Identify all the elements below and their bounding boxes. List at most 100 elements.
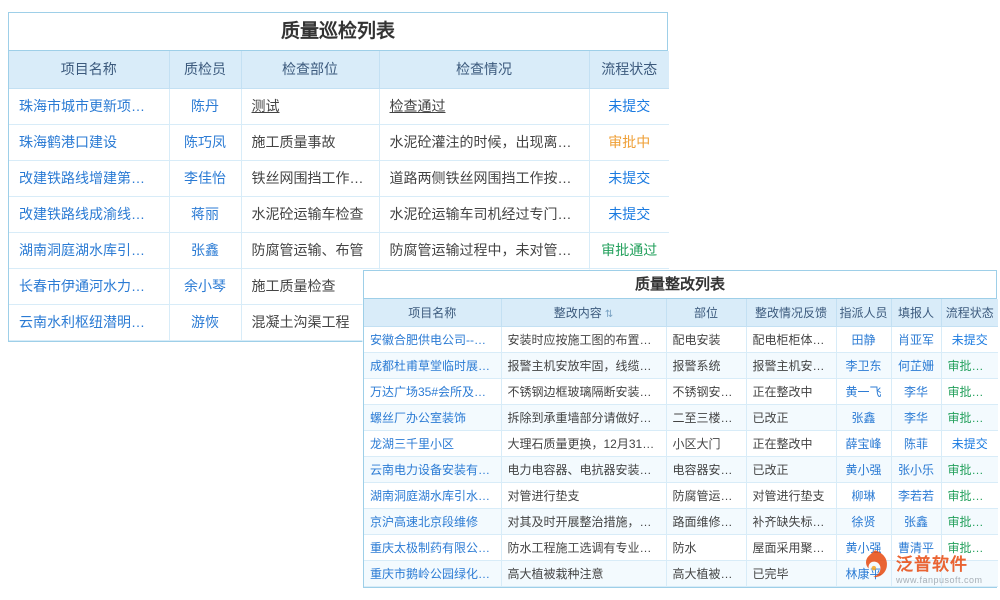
link-cell[interactable]: 黄小强 [836,456,891,482]
text-cell: 补齐缺失标志... [746,508,836,534]
link-cell[interactable]: 何芷姗 [891,352,941,378]
text-cell: 大理石质量更换，12月31日之... [501,430,666,456]
sort-icon[interactable]: ⇅ [605,309,613,320]
link-cell[interactable]: 长春市伊通河水力发电... [9,268,169,304]
link-cell[interactable]: 黄一飞 [836,378,891,404]
table-row: 改建铁路线成渝线增建第...蒋丽水泥砼运输车检查水泥砼运输车司机经过专门培训..… [9,196,669,232]
text-cell: 报警主机安放牢固，线缆连接... [501,352,666,378]
link-cell[interactable]: 蒋丽 [169,196,241,232]
link-cell[interactable]: 李华 [891,378,941,404]
status-cell: 未提交 [589,88,669,124]
status-cell: 审批通过 [941,456,998,482]
link-cell[interactable]: 柳琳 [836,482,891,508]
status-cell: 审批通过 [941,378,998,404]
text-cell: 报警主机安放... [746,352,836,378]
column-header-4: 流程状态 [589,51,669,88]
text-cell: 防腐管运输、布管 [241,232,379,268]
link-cell[interactable]: 万达广场35#会所及咖啡厅空... [364,378,501,404]
link-cell[interactable]: 肖亚军 [891,326,941,352]
column-header-2: 检查部位 [241,51,379,88]
text-cell: 施工质量检查 [241,268,379,304]
fanpu-url: www.fanpusoft.com [896,575,983,585]
text-cell: 对管进行垫支 [501,482,666,508]
status-cell: 审批通过 [941,352,998,378]
status-cell: 未提交 [941,326,998,352]
link-cell[interactable]: 安徽合肥供电公司--配电设备... [364,326,501,352]
status-cell: 审批通过 [941,404,998,430]
table-row: 湖南洞庭湖水库引水工...张鑫防腐管运输、布管防腐管运输过程中，未对管进行...… [9,232,669,268]
text-cell: 报警系统 [666,352,746,378]
link-cell[interactable]: 改建铁路线成渝线增建第... [9,196,169,232]
link-cell[interactable]: 珠海市城市更新项目紫... [9,88,169,124]
text-cell: 道路两侧铁丝网围挡工作按设计... [379,160,589,196]
link-cell[interactable]: 李若若 [891,482,941,508]
link-cell[interactable]: 陈菲 [891,430,941,456]
text-cell: 二至三楼混... [666,404,746,430]
link-cell[interactable]: 成都杜甫草堂临时展厅独立展... [364,352,501,378]
link-cell[interactable]: 螺丝厂办公室装饰 [364,404,501,430]
link-cell[interactable]: 张小乐 [891,456,941,482]
table-row: 龙湖三千里小区大理石质量更换，12月31日之...小区大门正在整改中薛宝峰陈菲未… [364,430,998,456]
text-cell: 防腐管运输过程中，未对管进行... [379,232,589,268]
text-cell: 铁丝网围挡工作检查 [241,160,379,196]
text-cell: 不锈钢安装... [666,378,746,404]
link-cell[interactable]: 云南电力设备安装有限公司20... [364,456,501,482]
inspection-table-title: 质量巡检列表 [9,13,667,51]
link-cell[interactable]: 湖南洞庭湖水库引水工... [9,232,169,268]
text-cell: 防水 [666,534,746,560]
text-cell: 防水工程施工选调有专业资质... [501,534,666,560]
text-cell: 高大植被栽种注意 [501,560,666,586]
link-cell[interactable]: 云南水利枢纽潜明水库... [9,304,169,340]
text-cell: 屋面采用聚氨... [746,534,836,560]
text-cell: 小区大门 [666,430,746,456]
link-cell[interactable]: 李华 [891,404,941,430]
link-cell[interactable]: 薛宝峰 [836,430,891,456]
text-cell: 测试 [241,88,379,124]
table-row: 螺丝厂办公室装饰拆除到承重墙部分请做好加固...二至三楼混...已改正张鑫李华审… [364,404,998,430]
link-cell[interactable]: 张鑫 [891,508,941,534]
link-cell[interactable]: 重庆市鹅岭公园绿化景观提升... [364,560,501,586]
link-cell[interactable]: 陈巧凤 [169,124,241,160]
column-header-5: 填报人 [891,299,941,326]
text-cell: 高大植被栽种 [666,560,746,586]
link-cell[interactable]: 珠海鹤港口建设 [9,124,169,160]
link-cell[interactable]: 张鑫 [836,404,891,430]
link-cell[interactable]: 游恢 [169,304,241,340]
link-cell[interactable]: 张鑫 [169,232,241,268]
text-cell: 水泥砼运输车司机经过专门培训... [379,196,589,232]
link-cell[interactable]: 重庆太极制药有限公司毫州中... [364,534,501,560]
text-cell: 配电柜柜体与... [746,326,836,352]
status-cell: 未提交 [589,196,669,232]
table-row: 改建铁路线增建第二线...李佳怡铁丝网围挡工作检查道路两侧铁丝网围挡工作按设计.… [9,160,669,196]
table-row: 成都杜甫草堂临时展厅独立展...报警主机安放牢固，线缆连接...报警系统报警主机… [364,352,998,378]
text-cell: 已完毕 [746,560,836,586]
text-cell: 水泥砼灌注的时候，出现离析现象 [379,124,589,160]
status-cell: 审批通过 [941,508,998,534]
text-cell: 对管进行垫支 [746,482,836,508]
link-cell[interactable]: 湖南洞庭湖水库引水工程施工标 [364,482,501,508]
table-row: 云南电力设备安装有限公司20...电力电容器、电抗器安装方案...电容器安装..… [364,456,998,482]
table-row: 湖南洞庭湖水库引水工程施工标对管进行垫支防腐管运输...对管进行垫支柳琳李若若审… [364,482,998,508]
link-cell[interactable]: 京沪高速北京段维修 [364,508,501,534]
table-row: 安徽合肥供电公司--配电设备...安装时应按施工图的布置，将...配电安装配电柜… [364,326,998,352]
column-header-3: 整改情况反馈 [746,299,836,326]
column-header-1[interactable]: 整改内容⇅ [501,299,666,326]
link-cell[interactable]: 徐贤 [836,508,891,534]
link-cell[interactable]: 田静 [836,326,891,352]
link-cell[interactable]: 陈丹 [169,88,241,124]
column-header-2: 部位 [666,299,746,326]
text-cell: 电力电容器、电抗器安装方案... [501,456,666,482]
text-cell: 配电安装 [666,326,746,352]
link-cell[interactable]: 改建铁路线增建第二线... [9,160,169,196]
column-header-3: 检查情况 [379,51,589,88]
column-header-0: 项目名称 [364,299,501,326]
text-cell: 检查通过 [379,88,589,124]
link-cell[interactable]: 余小琴 [169,268,241,304]
text-cell: 正在整改中 [746,430,836,456]
table-row: 京沪高速北京段维修对其及时开展整治措施，桥头...路面维修检...补齐缺失标志.… [364,508,998,534]
link-cell[interactable]: 龙湖三千里小区 [364,430,501,456]
quality-rectification-table: 项目名称整改内容⇅部位整改情况反馈指派人员填报人流程状态安徽合肥供电公司--配电… [364,299,998,587]
text-cell: 已改正 [746,456,836,482]
link-cell[interactable]: 李佳怡 [169,160,241,196]
link-cell[interactable]: 李卫东 [836,352,891,378]
